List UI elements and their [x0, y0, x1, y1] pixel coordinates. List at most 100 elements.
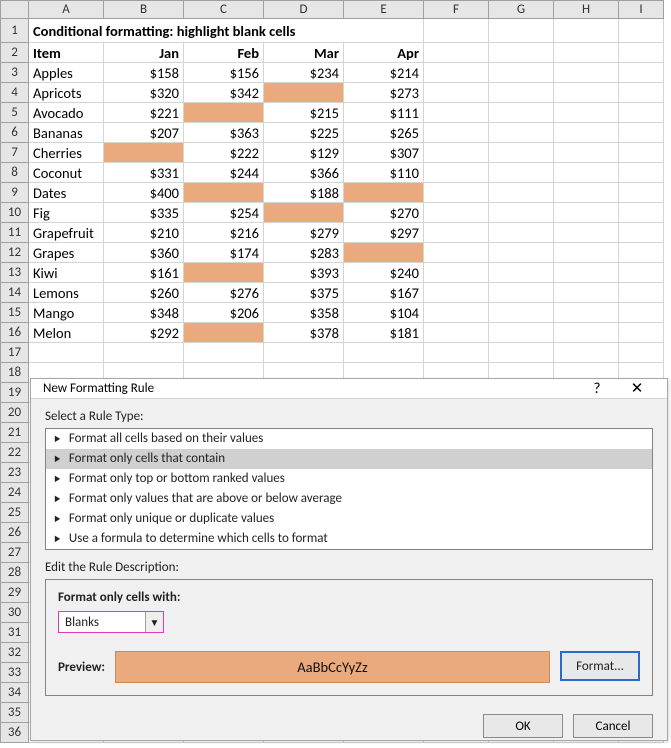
cell-H11[interactable] [554, 223, 619, 243]
row-header-14[interactable]: 14 [1, 283, 29, 303]
column-header-E[interactable]: E [344, 1, 424, 19]
cell-B10[interactable]: $335 [104, 203, 184, 223]
cell-F2[interactable] [424, 43, 489, 63]
cell-I15[interactable] [619, 303, 664, 323]
cell-I11[interactable] [619, 223, 664, 243]
cell-H13[interactable] [554, 263, 619, 283]
cell-A15[interactable]: Mango [29, 303, 104, 323]
cell-D13[interactable]: $393 [264, 263, 344, 283]
row-header-13[interactable]: 13 [1, 263, 29, 283]
cell-F13[interactable] [424, 263, 489, 283]
row-header-7[interactable]: 7 [1, 143, 29, 163]
cell-D6[interactable]: $225 [264, 123, 344, 143]
cell-G10[interactable] [489, 203, 554, 223]
cell-E4[interactable]: $273 [344, 83, 424, 103]
row-header-32[interactable]: 32 [1, 643, 29, 663]
cell-E3[interactable]: $214 [344, 63, 424, 83]
cell-C12[interactable]: $174 [184, 243, 264, 263]
cell-H4[interactable] [554, 83, 619, 103]
cell-D4[interactable] [264, 83, 344, 103]
row-header-17[interactable]: 17 [1, 343, 29, 363]
cell-D10[interactable] [264, 203, 344, 223]
row-header-15[interactable]: 15 [1, 303, 29, 323]
cell-D11[interactable]: $279 [264, 223, 344, 243]
cell-B12[interactable]: $360 [104, 243, 184, 263]
cell-H3[interactable] [554, 63, 619, 83]
row-header-35[interactable]: 35 [1, 703, 29, 723]
cell-F4[interactable] [424, 83, 489, 103]
row-header-20[interactable]: 20 [1, 403, 29, 423]
row-header-2[interactable]: 2 [1, 43, 29, 63]
cell-A7[interactable]: Cherries [29, 143, 104, 163]
ok-button[interactable]: OK [483, 714, 563, 738]
row-header-28[interactable]: 28 [1, 563, 29, 583]
cell-G8[interactable] [489, 163, 554, 183]
cell-D3[interactable]: $234 [264, 63, 344, 83]
row-header-11[interactable]: 11 [1, 223, 29, 243]
cell-I8[interactable] [619, 163, 664, 183]
cell-B15[interactable]: $348 [104, 303, 184, 323]
cell-I3[interactable] [619, 63, 664, 83]
cell-D2[interactable]: Mar [264, 43, 344, 63]
cell-G1[interactable] [489, 19, 554, 43]
cell-I2[interactable] [619, 43, 664, 63]
cell-G13[interactable] [489, 263, 554, 283]
cell-G4[interactable] [489, 83, 554, 103]
cell-G12[interactable] [489, 243, 554, 263]
cell-I13[interactable] [619, 263, 664, 283]
row-header-24[interactable]: 24 [1, 483, 29, 503]
cell-E9[interactable] [344, 183, 424, 203]
row-header-22[interactable]: 22 [1, 443, 29, 463]
cell-G2[interactable] [489, 43, 554, 63]
row-header-30[interactable]: 30 [1, 603, 29, 623]
row-header-10[interactable]: 10 [1, 203, 29, 223]
cell-A16[interactable]: Melon [29, 323, 104, 343]
cell-B11[interactable]: $210 [104, 223, 184, 243]
cell-E10[interactable]: $270 [344, 203, 424, 223]
cell-B3[interactable]: $158 [104, 63, 184, 83]
cell-G5[interactable] [489, 103, 554, 123]
cell-G11[interactable] [489, 223, 554, 243]
cell-H9[interactable] [554, 183, 619, 203]
row-header-29[interactable]: 29 [1, 583, 29, 603]
cell-B2[interactable]: Jan [104, 43, 184, 63]
cell-H14[interactable] [554, 283, 619, 303]
cell-B16[interactable]: $292 [104, 323, 184, 343]
cell-D12[interactable]: $283 [264, 243, 344, 263]
cell-F16[interactable] [424, 323, 489, 343]
cell-A4[interactable]: Apricots [29, 83, 104, 103]
rule-type-item-4[interactable]: ►Format only unique or duplicate values [46, 509, 652, 529]
cell-E11[interactable]: $297 [344, 223, 424, 243]
cell-B9[interactable]: $400 [104, 183, 184, 203]
cell-C16[interactable] [184, 323, 264, 343]
cell-I7[interactable] [619, 143, 664, 163]
cell-I17[interactable] [619, 343, 664, 363]
close-button[interactable]: ✕ [617, 379, 657, 398]
cell-C10[interactable]: $254 [184, 203, 264, 223]
cell-H5[interactable] [554, 103, 619, 123]
cell-G17[interactable] [489, 343, 554, 363]
row-header-23[interactable]: 23 [1, 463, 29, 483]
cell-I16[interactable] [619, 323, 664, 343]
cell-H1[interactable] [554, 19, 619, 43]
rule-type-item-2[interactable]: ►Format only top or bottom ranked values [46, 469, 652, 489]
cell-B7[interactable] [104, 143, 184, 163]
row-header-31[interactable]: 31 [1, 623, 29, 643]
cell-H7[interactable] [554, 143, 619, 163]
cell-A12[interactable]: Grapes [29, 243, 104, 263]
column-header-H[interactable]: H [554, 1, 619, 19]
cell-I5[interactable] [619, 103, 664, 123]
cell-H16[interactable] [554, 323, 619, 343]
cell-D17[interactable] [264, 343, 344, 363]
cell-C5[interactable] [184, 103, 264, 123]
corner-cell[interactable] [1, 1, 29, 19]
cell-E5[interactable]: $111 [344, 103, 424, 123]
cancel-button[interactable]: Cancel [573, 714, 653, 738]
cell-H2[interactable] [554, 43, 619, 63]
cell-I6[interactable] [619, 123, 664, 143]
cell-C7[interactable]: $222 [184, 143, 264, 163]
row-header-18[interactable]: 18 [1, 363, 29, 383]
cell-G16[interactable] [489, 323, 554, 343]
cell-E7[interactable]: $307 [344, 143, 424, 163]
cell-F3[interactable] [424, 63, 489, 83]
